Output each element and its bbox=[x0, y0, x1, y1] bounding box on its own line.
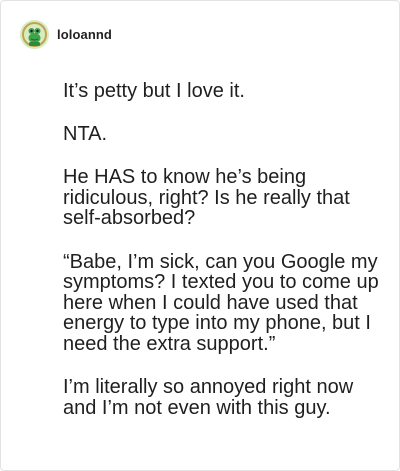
post-body: It’s petty but I love it. NTA. He HAS to… bbox=[63, 81, 383, 441]
post-card: loloannd It’s petty but I love it. NTA. … bbox=[0, 0, 400, 471]
frog-avatar-icon[interactable] bbox=[20, 19, 49, 49]
username-link[interactable]: loloannd bbox=[57, 27, 112, 42]
post-paragraph-1: It’s petty but I love it. bbox=[63, 80, 245, 102]
post-paragraph-2: NTA. bbox=[63, 123, 108, 145]
post-paragraph-5: I’m literally so annoyed right now and I… bbox=[63, 376, 354, 419]
post-paragraph-4: “Babe, I’m sick, can you Google my sympt… bbox=[63, 250, 379, 355]
post-header: loloannd bbox=[20, 19, 112, 49]
post-paragraph-3: He HAS to know he’s being ridiculous, ri… bbox=[63, 166, 350, 229]
